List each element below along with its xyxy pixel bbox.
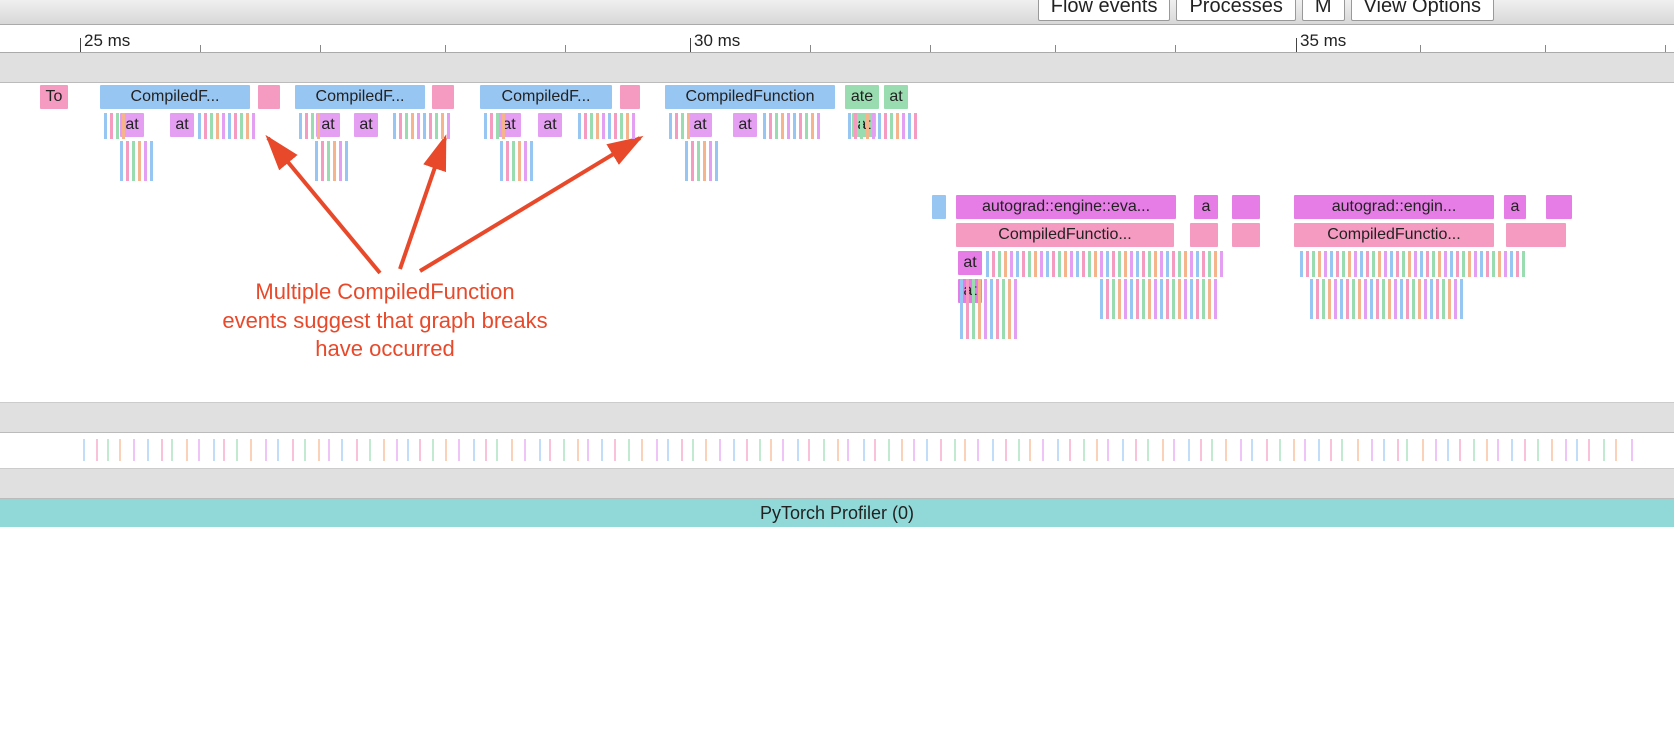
ruler-label: 35 ms (1300, 31, 1346, 51)
trace-event[interactable]: CompiledF... (480, 85, 612, 109)
trace-event[interactable] (1506, 223, 1566, 247)
annotation-text: Multiple CompiledFunction events suggest… (200, 278, 570, 364)
trace-event[interactable]: at (958, 251, 982, 275)
trace-event[interactable]: CompiledF... (295, 85, 425, 109)
ruler-label: 25 ms (84, 31, 130, 51)
trace-event[interactable]: at (354, 113, 378, 137)
trace-event[interactable] (1232, 195, 1260, 219)
toolbar: Flow events Processes M View Options (0, 0, 1674, 25)
trace-event[interactable]: a (1504, 195, 1526, 219)
trace-event[interactable]: CompiledF... (100, 85, 250, 109)
trace-event[interactable] (1232, 223, 1260, 247)
trace-event[interactable] (1190, 223, 1218, 247)
track-divider (0, 403, 1674, 433)
trace-event[interactable]: autograd::engine::eva... (956, 195, 1176, 219)
trace-event[interactable]: at (538, 113, 562, 137)
trace-event[interactable]: at (688, 113, 712, 137)
trace-event[interactable]: CompiledFunctio... (956, 223, 1174, 247)
trace-event[interactable]: CompiledFunction (665, 85, 835, 109)
ruler-label: 30 ms (694, 31, 740, 51)
trace-event[interactable] (432, 85, 454, 109)
track-divider-2 (0, 469, 1674, 499)
trace-event[interactable]: at (497, 113, 521, 137)
trace-event[interactable]: at (884, 85, 908, 109)
trace-event[interactable] (620, 85, 640, 109)
view-options-button[interactable]: View Options (1351, 0, 1494, 21)
trace-event[interactable]: To (40, 85, 68, 109)
secondary-track[interactable] (0, 433, 1674, 469)
trace-event[interactable]: CompiledFunctio... (1294, 223, 1494, 247)
profiler-row[interactable]: PyTorch Profiler (0) (0, 499, 1674, 527)
trace-event[interactable]: autograd::engin... (1294, 195, 1494, 219)
trace-event[interactable]: at (733, 113, 757, 137)
trace-event[interactable] (1546, 195, 1572, 219)
trace-event[interactable]: ate (845, 85, 879, 109)
track-header (0, 53, 1674, 83)
flow-events-button[interactable]: Flow events (1038, 0, 1171, 21)
trace-event[interactable] (932, 195, 946, 219)
m-button[interactable]: M (1302, 0, 1345, 21)
processes-button[interactable]: Processes (1176, 0, 1295, 21)
main-track[interactable]: Multiple CompiledFunction events suggest… (0, 83, 1674, 403)
trace-event[interactable]: at (170, 113, 194, 137)
trace-event[interactable] (258, 85, 280, 109)
time-ruler[interactable]: 25 ms 30 ms 35 ms (0, 25, 1674, 53)
trace-event[interactable]: a (1194, 195, 1218, 219)
